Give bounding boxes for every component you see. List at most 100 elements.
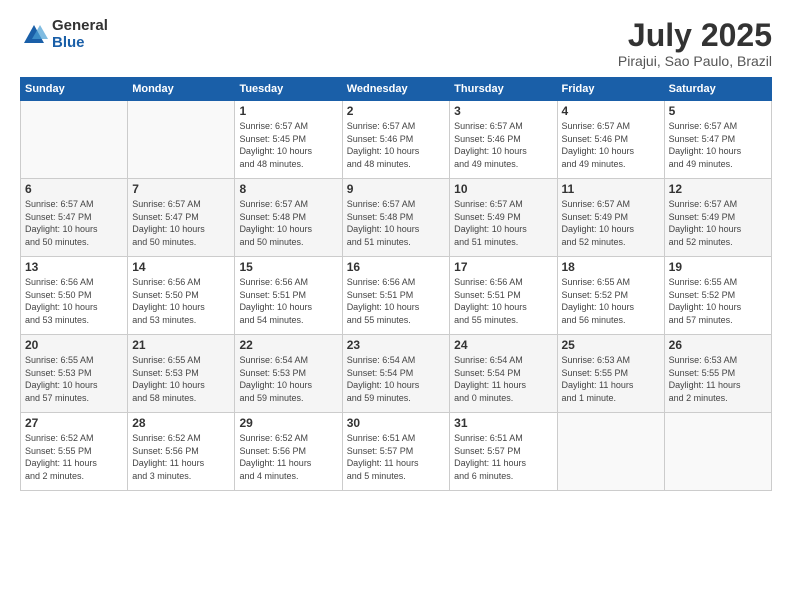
- day-number: 11: [562, 182, 660, 196]
- col-sunday: Sunday: [21, 78, 128, 101]
- table-row: 17Sunrise: 6:56 AM Sunset: 5:51 PM Dayli…: [450, 257, 557, 335]
- calendar-week-row: 20 Sunrise: 6:55 AM Sunset: 5:53 PM Dayli…: [21, 335, 772, 413]
- day-info: Sunrise: 6:55 AM Sunset: 5:52 PM Dayligh…: [669, 276, 767, 326]
- day-info: Sunrise: 6:54 AM Sunset: 5:53 PM Dayligh…: [239, 354, 337, 404]
- table-row: 24Sunrise: 6:54 AM Sunset: 5:54 PM Dayli…: [450, 335, 557, 413]
- day-number: 23: [347, 338, 445, 352]
- day-number: 7: [132, 182, 230, 196]
- day-number: 27: [25, 416, 123, 430]
- day-info: Sunrise: 6:51 AM Sunset: 5:57 PM Dayligh…: [454, 432, 552, 482]
- logo: General Blue: [20, 18, 108, 51]
- day-info: Sunrise: 6:57 AM Sunset: 5:49 PM Dayligh…: [669, 198, 767, 248]
- col-saturday: Saturday: [664, 78, 771, 101]
- day-number: 12: [669, 182, 767, 196]
- title-section: July 2025 Pirajui, Sao Paulo, Brazil: [618, 18, 772, 69]
- table-row: 10 Sunrise: 6:57 AM Sunset: 5:49 PM Dayli…: [450, 179, 557, 257]
- day-number: 10: [454, 182, 552, 196]
- col-thursday: Thursday: [450, 78, 557, 101]
- day-info: Sunrise: 6:57 AM Sunset: 5:48 PM Dayligh…: [347, 198, 445, 248]
- table-row: 31 Sunrise: 6:51 AM Sunset: 5:57 PM Dayli…: [450, 413, 557, 491]
- table-row: 14 Sunrise: 6:56 AM Sunset: 5:50 PM Dayli…: [128, 257, 235, 335]
- day-info: Sunrise: 6:56 AM Sunset: 5:50 PM Dayligh…: [132, 276, 230, 326]
- table-row: 30 Sunrise: 6:51 AM Sunset: 5:57 PM Dayli…: [342, 413, 449, 491]
- table-row: [664, 413, 771, 491]
- table-row: 22 Sunrise: 6:54 AM Sunset: 5:53 PM Dayli…: [235, 335, 342, 413]
- day-info: Sunrise: 6:56 AM Sunset: 5:50 PM Dayligh…: [25, 276, 123, 326]
- day-number: 2: [347, 104, 445, 118]
- day-info: Sunrise: 6:52 AM Sunset: 5:56 PM Dayligh…: [239, 432, 337, 482]
- day-info: Sunrise: 6:56 AM Sunset: 5:51 PM Dayligh…: [239, 276, 337, 326]
- day-number: 19: [669, 260, 767, 274]
- day-info: Sunrise: 6:57 AM Sunset: 5:46 PM Dayligh…: [454, 120, 552, 170]
- day-info: Sunrise: 6:55 AM Sunset: 5:52 PM Dayligh…: [562, 276, 660, 326]
- col-wednesday: Wednesday: [342, 78, 449, 101]
- day-number: 24: [454, 338, 552, 352]
- table-row: [557, 413, 664, 491]
- col-monday: Monday: [128, 78, 235, 101]
- table-row: 4Sunrise: 6:57 AM Sunset: 5:46 PM Daylig…: [557, 101, 664, 179]
- logo-text: General Blue: [52, 18, 108, 51]
- day-number: 30: [347, 416, 445, 430]
- logo-general: General: [52, 18, 108, 35]
- subtitle: Pirajui, Sao Paulo, Brazil: [618, 53, 772, 69]
- day-info: Sunrise: 6:57 AM Sunset: 5:49 PM Dayligh…: [454, 198, 552, 248]
- table-row: 26Sunrise: 6:53 AM Sunset: 5:55 PM Dayli…: [664, 335, 771, 413]
- day-info: Sunrise: 6:51 AM Sunset: 5:57 PM Dayligh…: [347, 432, 445, 482]
- day-number: 31: [454, 416, 552, 430]
- day-info: Sunrise: 6:55 AM Sunset: 5:53 PM Dayligh…: [132, 354, 230, 404]
- table-row: 12 Sunrise: 6:57 AM Sunset: 5:49 PM Dayli…: [664, 179, 771, 257]
- table-row: [128, 101, 235, 179]
- day-number: 25: [562, 338, 660, 352]
- day-number: 15: [239, 260, 337, 274]
- day-info: Sunrise: 6:53 AM Sunset: 5:55 PM Dayligh…: [562, 354, 660, 404]
- calendar-week-row: 27Sunrise: 6:52 AM Sunset: 5:55 PM Dayli…: [21, 413, 772, 491]
- table-row: [21, 101, 128, 179]
- day-number: 20: [25, 338, 123, 352]
- calendar-week-row: 1Sunrise: 6:57 AM Sunset: 5:45 PM Daylig…: [21, 101, 772, 179]
- day-number: 4: [562, 104, 660, 118]
- day-info: Sunrise: 6:57 AM Sunset: 5:49 PM Dayligh…: [562, 198, 660, 248]
- calendar-table: Sunday Monday Tuesday Wednesday Thursday…: [20, 77, 772, 491]
- table-row: 6Sunrise: 6:57 AM Sunset: 5:47 PM Daylig…: [21, 179, 128, 257]
- table-row: 18Sunrise: 6:55 AM Sunset: 5:52 PM Dayli…: [557, 257, 664, 335]
- table-row: 19 Sunrise: 6:55 AM Sunset: 5:52 PM Dayli…: [664, 257, 771, 335]
- day-number: 22: [239, 338, 337, 352]
- table-row: 8 Sunrise: 6:57 AM Sunset: 5:48 PM Daylig…: [235, 179, 342, 257]
- day-info: Sunrise: 6:53 AM Sunset: 5:55 PM Dayligh…: [669, 354, 767, 404]
- header-row: Sunday Monday Tuesday Wednesday Thursday…: [21, 78, 772, 101]
- day-info: Sunrise: 6:57 AM Sunset: 5:47 PM Dayligh…: [25, 198, 123, 248]
- table-row: 7Sunrise: 6:57 AM Sunset: 5:47 PM Daylig…: [128, 179, 235, 257]
- table-row: 27Sunrise: 6:52 AM Sunset: 5:55 PM Dayli…: [21, 413, 128, 491]
- table-row: 2Sunrise: 6:57 AM Sunset: 5:46 PM Daylig…: [342, 101, 449, 179]
- table-row: 28Sunrise: 6:52 AM Sunset: 5:56 PM Dayli…: [128, 413, 235, 491]
- day-info: Sunrise: 6:57 AM Sunset: 5:47 PM Dayligh…: [669, 120, 767, 170]
- day-number: 17: [454, 260, 552, 274]
- day-number: 3: [454, 104, 552, 118]
- table-row: 13Sunrise: 6:56 AM Sunset: 5:50 PM Dayli…: [21, 257, 128, 335]
- logo-blue: Blue: [52, 35, 108, 52]
- header: General Blue July 2025 Pirajui, Sao Paul…: [20, 18, 772, 69]
- day-info: Sunrise: 6:57 AM Sunset: 5:48 PM Dayligh…: [239, 198, 337, 248]
- calendar-week-row: 13Sunrise: 6:56 AM Sunset: 5:50 PM Dayli…: [21, 257, 772, 335]
- day-number: 29: [239, 416, 337, 430]
- table-row: 3 Sunrise: 6:57 AM Sunset: 5:46 PM Daylig…: [450, 101, 557, 179]
- col-tuesday: Tuesday: [235, 78, 342, 101]
- day-info: Sunrise: 6:57 AM Sunset: 5:45 PM Dayligh…: [239, 120, 337, 170]
- day-number: 16: [347, 260, 445, 274]
- day-info: Sunrise: 6:52 AM Sunset: 5:56 PM Dayligh…: [132, 432, 230, 482]
- logo-icon: [20, 21, 48, 49]
- table-row: 1Sunrise: 6:57 AM Sunset: 5:45 PM Daylig…: [235, 101, 342, 179]
- day-number: 8: [239, 182, 337, 196]
- day-info: Sunrise: 6:55 AM Sunset: 5:53 PM Dayligh…: [25, 354, 123, 404]
- day-info: Sunrise: 6:54 AM Sunset: 5:54 PM Dayligh…: [347, 354, 445, 404]
- day-info: Sunrise: 6:56 AM Sunset: 5:51 PM Dayligh…: [347, 276, 445, 326]
- table-row: 16 Sunrise: 6:56 AM Sunset: 5:51 PM Dayli…: [342, 257, 449, 335]
- day-number: 9: [347, 182, 445, 196]
- table-row: 23 Sunrise: 6:54 AM Sunset: 5:54 PM Dayli…: [342, 335, 449, 413]
- table-row: 29 Sunrise: 6:52 AM Sunset: 5:56 PM Dayli…: [235, 413, 342, 491]
- day-number: 14: [132, 260, 230, 274]
- table-row: 21 Sunrise: 6:55 AM Sunset: 5:53 PM Dayli…: [128, 335, 235, 413]
- day-number: 21: [132, 338, 230, 352]
- table-row: 15 Sunrise: 6:56 AM Sunset: 5:51 PM Dayli…: [235, 257, 342, 335]
- calendar-page: General Blue July 2025 Pirajui, Sao Paul…: [0, 0, 792, 612]
